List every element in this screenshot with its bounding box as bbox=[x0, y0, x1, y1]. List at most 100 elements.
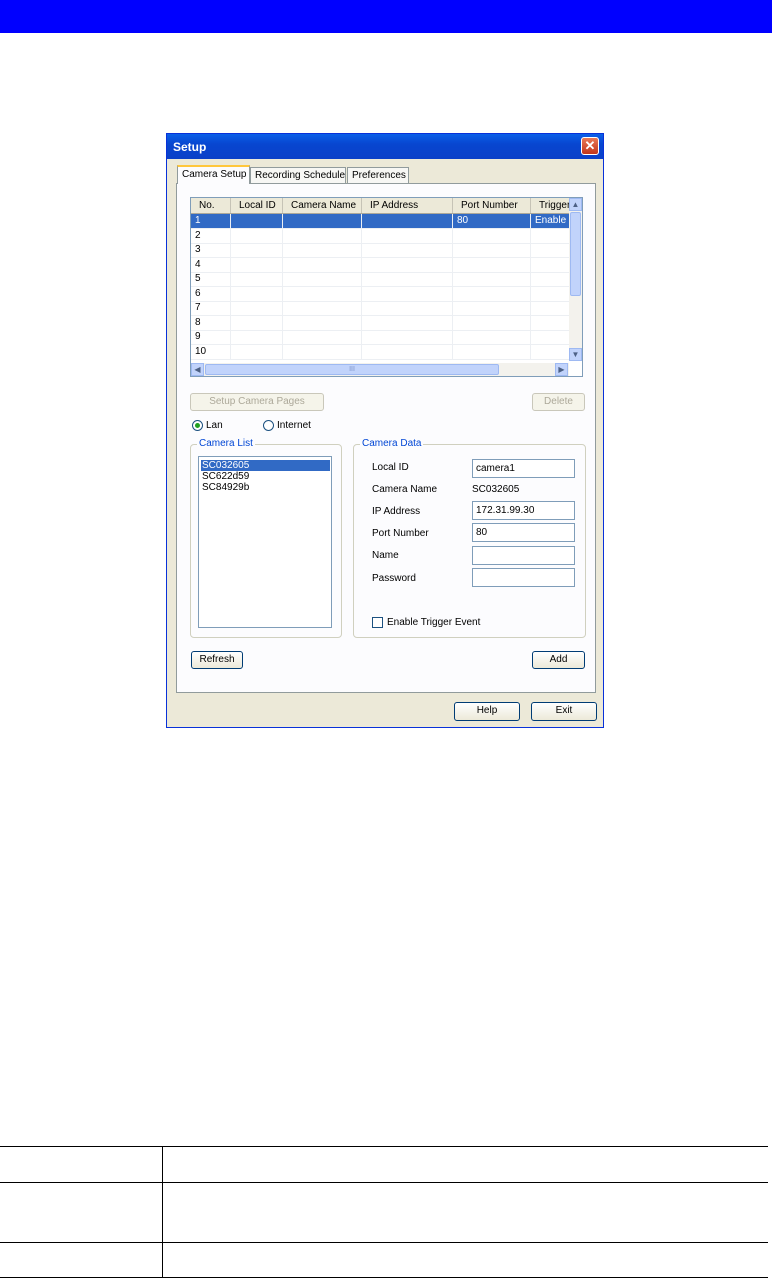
enable-trigger-label: Enable Trigger Event bbox=[387, 617, 481, 628]
list-item[interactable]: SC84929b bbox=[201, 482, 330, 493]
grid-horizontal-scrollbar[interactable]: ◀ III ▶ bbox=[191, 363, 569, 376]
grid-cell-trigger bbox=[531, 330, 571, 344]
grid-cell-trigger bbox=[531, 344, 571, 359]
grid-cell-camera-name bbox=[283, 214, 362, 228]
grid-cell-trigger bbox=[531, 286, 571, 301]
scroll-down-icon[interactable]: ▼ bbox=[569, 348, 582, 361]
grid-horizontal-scroll-thumb[interactable]: III bbox=[205, 364, 499, 375]
grid-cell-camera-name bbox=[283, 344, 362, 359]
table-row[interactable]: 8 bbox=[191, 315, 571, 331]
dialog-titlebar[interactable]: Setup ✕ bbox=[167, 134, 603, 159]
scroll-left-icon[interactable]: ◀ bbox=[191, 363, 204, 376]
grid-cell-no: 4 bbox=[191, 257, 231, 272]
grid-cell-camera-name bbox=[283, 257, 362, 272]
tab-preferences[interactable]: Preferences bbox=[347, 167, 409, 183]
grid-vertical-scroll-thumb[interactable] bbox=[570, 212, 581, 296]
add-button[interactable]: Add bbox=[532, 651, 585, 669]
grid-header: No. Local ID Camera Name IP Address Port… bbox=[191, 198, 571, 214]
radio-selected-dot bbox=[195, 423, 200, 428]
grid-cell-trigger bbox=[531, 257, 571, 272]
table-row[interactable]: 2 bbox=[191, 228, 571, 244]
grid-cell-port bbox=[453, 315, 531, 330]
enable-trigger-checkbox[interactable] bbox=[372, 617, 383, 628]
table-rule bbox=[0, 1242, 768, 1243]
grid-cell-camera-name bbox=[283, 315, 362, 330]
grid-cell-local-id bbox=[231, 243, 283, 257]
refresh-button[interactable]: Refresh bbox=[191, 651, 243, 669]
dialog-title: Setup bbox=[173, 140, 207, 154]
grid-cell-local-id bbox=[231, 330, 283, 344]
local-id-field[interactable] bbox=[472, 459, 575, 478]
grid-cell-local-id bbox=[231, 214, 283, 228]
grid-cell-trigger bbox=[531, 301, 571, 315]
password-field[interactable] bbox=[472, 568, 575, 587]
grid-cell-no: 6 bbox=[191, 286, 231, 301]
table-row[interactable]: 3 bbox=[191, 243, 571, 258]
grid-cell-no: 9 bbox=[191, 330, 231, 344]
port-number-field[interactable] bbox=[472, 523, 575, 542]
internet-radio[interactable] bbox=[263, 420, 274, 431]
camera-list[interactable]: SC032605 SC622d59 SC84929b bbox=[198, 456, 332, 628]
grid-cell-local-id bbox=[231, 228, 283, 243]
grid-cell-ip bbox=[362, 214, 453, 228]
delete-button[interactable]: Delete bbox=[532, 393, 585, 411]
setup-camera-pages-button[interactable]: Setup Camera Pages bbox=[190, 393, 324, 411]
exit-button[interactable]: Exit bbox=[531, 702, 597, 721]
camera-list-title: Camera List bbox=[197, 438, 255, 449]
list-item[interactable]: SC622d59 bbox=[201, 471, 330, 482]
camera-name-label: Camera Name bbox=[372, 484, 438, 495]
table-row[interactable]: 4 bbox=[191, 257, 571, 273]
grid-cell-port bbox=[453, 330, 531, 344]
grid-cell-camera-name bbox=[283, 286, 362, 301]
tab-camera-setup[interactable]: Camera Setup bbox=[177, 165, 250, 184]
grid-cell-local-id bbox=[231, 272, 283, 286]
table-row[interactable]: 1 80 Enable bbox=[191, 214, 571, 229]
grid-cell-local-id bbox=[231, 315, 283, 330]
col-port-number[interactable]: Port Number bbox=[453, 198, 531, 213]
local-id-label: Local ID bbox=[372, 462, 409, 473]
list-item[interactable]: SC032605 bbox=[201, 460, 330, 471]
table-row[interactable]: 10 bbox=[191, 344, 571, 360]
col-local-id[interactable]: Local ID bbox=[231, 198, 283, 213]
table-rule bbox=[0, 1146, 768, 1147]
help-button[interactable]: Help bbox=[454, 702, 520, 721]
table-row[interactable]: 9 bbox=[191, 330, 571, 345]
scroll-up-icon[interactable]: ▲ bbox=[569, 198, 582, 211]
table-column-divider bbox=[162, 1146, 163, 1278]
camera-list-group: Camera List SC032605 SC622d59 SC84929b bbox=[190, 438, 342, 638]
password-label: Password bbox=[372, 573, 416, 584]
col-no[interactable]: No. bbox=[191, 198, 231, 213]
grid-cell-no: 5 bbox=[191, 272, 231, 286]
grid-cell-trigger bbox=[531, 315, 571, 330]
grid-cell-trigger bbox=[531, 228, 571, 243]
grid-cell-trigger bbox=[531, 272, 571, 286]
grid-vertical-scrollbar[interactable]: ▲ ▼ bbox=[569, 198, 582, 361]
camera-data-title: Camera Data bbox=[360, 438, 424, 449]
tab-recording-schedule[interactable]: Recording Schedule bbox=[250, 167, 346, 183]
col-ip-address[interactable]: IP Address bbox=[362, 198, 453, 213]
close-icon[interactable]: ✕ bbox=[581, 137, 599, 155]
name-field[interactable] bbox=[472, 546, 575, 565]
grid-cell-ip bbox=[362, 228, 453, 243]
col-trigger[interactable]: Trigger bbox=[531, 198, 571, 213]
col-camera-name[interactable]: Camera Name bbox=[283, 198, 362, 213]
page-header-banner bbox=[0, 0, 772, 33]
grid-cell-no: 1 bbox=[191, 214, 231, 228]
document-table bbox=[0, 1146, 772, 1280]
table-row[interactable]: 7 bbox=[191, 301, 571, 316]
camera-grid[interactable]: No. Local ID Camera Name IP Address Port… bbox=[190, 197, 583, 377]
scroll-right-icon[interactable]: ▶ bbox=[555, 363, 568, 376]
table-rule bbox=[0, 1182, 768, 1183]
grid-cell-ip bbox=[362, 301, 453, 315]
lan-radio[interactable] bbox=[192, 420, 203, 431]
table-row[interactable]: 5 bbox=[191, 272, 571, 287]
name-label: Name bbox=[372, 550, 399, 561]
grid-cell-port bbox=[453, 243, 531, 257]
grid-cell-camera-name bbox=[283, 272, 362, 286]
grid-cell-local-id bbox=[231, 257, 283, 272]
grid-cell-camera-name bbox=[283, 301, 362, 315]
table-row[interactable]: 6 bbox=[191, 286, 571, 302]
grid-cell-port bbox=[453, 257, 531, 272]
grid-cell-ip bbox=[362, 344, 453, 359]
ip-address-field[interactable] bbox=[472, 501, 575, 520]
